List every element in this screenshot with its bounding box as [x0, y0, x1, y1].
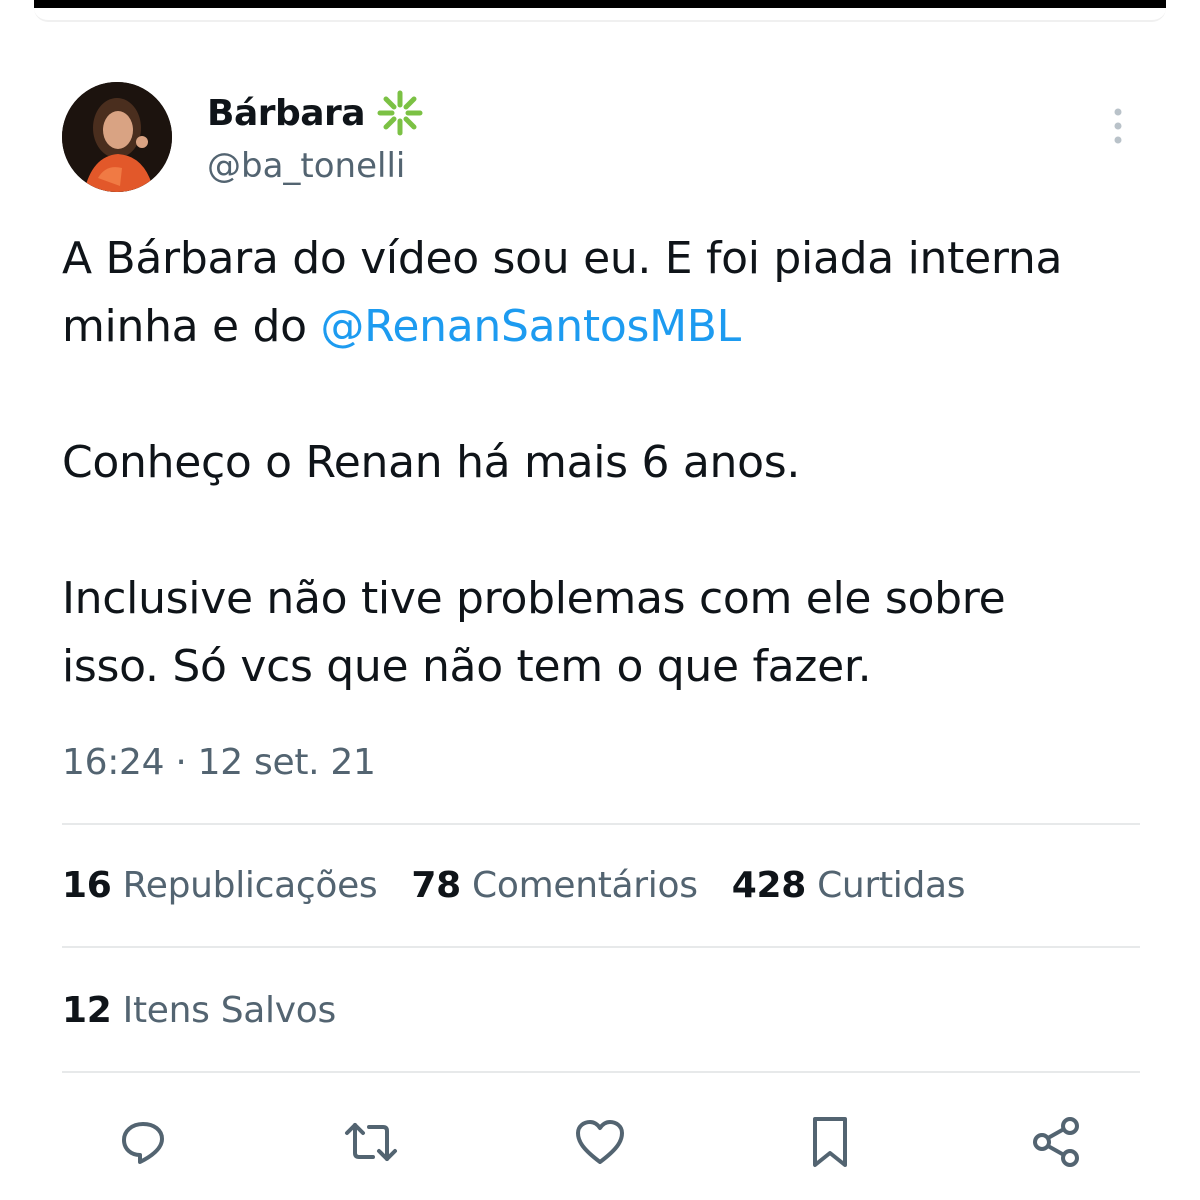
comments-label: Comentários	[460, 865, 698, 906]
saves-stat[interactable]: 12 Itens Salvos	[62, 990, 336, 1031]
tweet-text: A Bárbara do vídeo sou eu. E foi piada i…	[62, 225, 1162, 769]
top-card-edge	[34, 8, 1166, 22]
divider	[62, 823, 1140, 825]
avatar[interactable]	[62, 82, 172, 192]
tweet-paragraph-3: Inclusive não tive problemas com ele sob…	[62, 573, 1006, 692]
reposts-count: 16	[62, 865, 112, 906]
saves-count: 12	[62, 990, 112, 1031]
saves-stats-row: 12 Itens Salvos	[62, 990, 370, 1031]
reply-button[interactable]	[113, 1112, 173, 1172]
tweet-timestamp[interactable]: 16:24 · 12 set. 21	[62, 742, 376, 783]
comments-stat[interactable]: 78 Comentários	[411, 865, 698, 906]
flower-icon	[377, 90, 423, 136]
repost-icon	[345, 1123, 397, 1161]
more-options-button[interactable]	[1100, 104, 1136, 148]
engagement-stats-row: 16 Republicações 78 Comentários 428 Curt…	[62, 865, 999, 906]
mention-link[interactable]: @RenanSantosMBL	[320, 301, 741, 352]
more-vertical-icon	[1114, 108, 1122, 144]
reply-icon	[122, 1122, 164, 1164]
reposts-stat[interactable]: 16 Republicações	[62, 865, 378, 906]
comments-count: 78	[411, 865, 461, 906]
tweet-actions-bar	[0, 1112, 1200, 1172]
reposts-label: Republicações	[111, 865, 378, 906]
top-edge-bar	[34, 0, 1166, 8]
avatar-photo	[62, 82, 172, 192]
tweet-paragraph-1: A Bárbara do vídeo sou eu. E foi piada i…	[62, 225, 1162, 361]
repost-button[interactable]	[341, 1112, 401, 1172]
share-icon	[1033, 1117, 1079, 1167]
likes-label: Curtidas	[805, 865, 966, 906]
likes-stat[interactable]: 428 Curtidas	[732, 865, 966, 906]
author-display-name[interactable]: Bárbara	[207, 93, 366, 134]
like-button[interactable]	[570, 1112, 630, 1172]
bookmark-icon	[813, 1117, 847, 1167]
heart-icon	[576, 1120, 624, 1164]
divider	[62, 1071, 1140, 1073]
likes-count: 428	[731, 865, 807, 906]
author-name-row[interactable]: Bárbara	[207, 88, 425, 138]
share-button[interactable]	[1027, 1112, 1087, 1172]
divider	[62, 946, 1140, 948]
author-handle[interactable]: @ba_tonelli	[207, 146, 405, 186]
saves-label: Itens Salvos	[111, 990, 337, 1031]
tweet-paragraph-2: Conheço o Renan há mais 6 anos.	[62, 437, 801, 488]
bookmark-button[interactable]	[800, 1112, 860, 1172]
